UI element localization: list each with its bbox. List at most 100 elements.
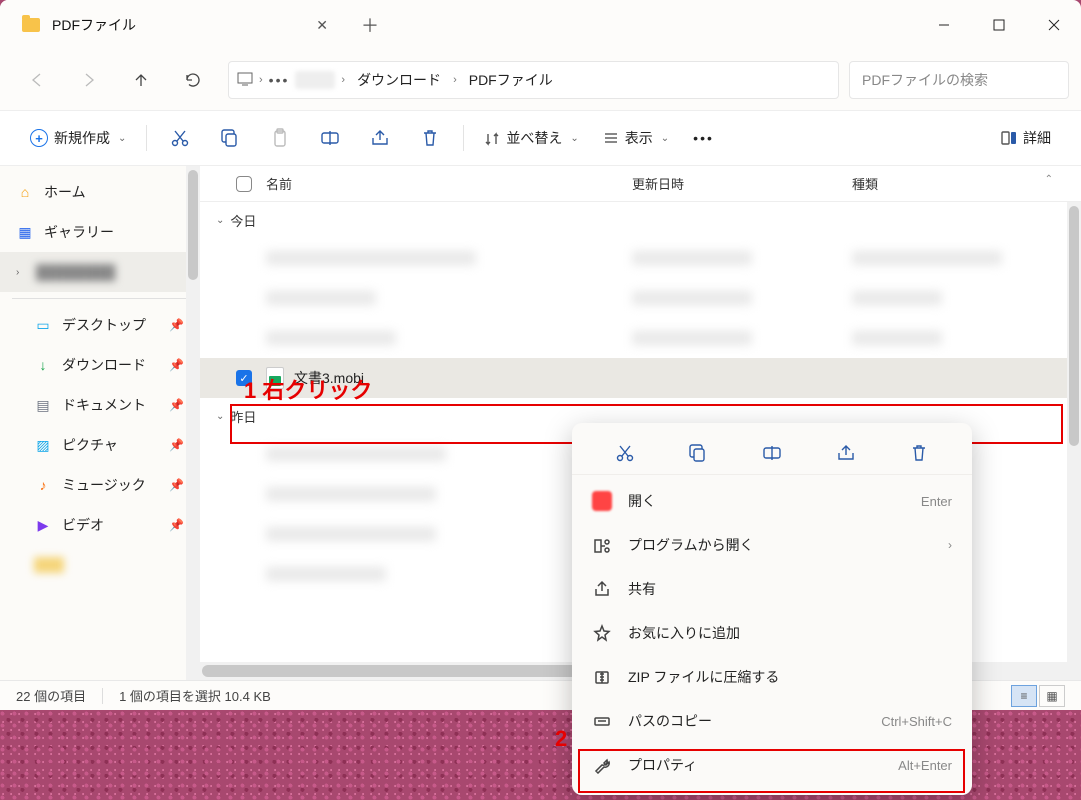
back-button[interactable]: [12, 60, 62, 100]
sidebar-item-music[interactable]: ♪ミュージック📌: [0, 465, 200, 505]
download-icon: ↓: [34, 356, 52, 374]
folder-icon: [22, 18, 40, 32]
sidebar-scrollbar[interactable]: [186, 166, 200, 680]
zip-icon: [592, 667, 612, 687]
chevron-down-icon: ⌄: [216, 215, 224, 226]
sidebar-item-blurred[interactable]: [0, 545, 200, 585]
more-button[interactable]: •••: [683, 120, 724, 156]
music-icon: ♪: [34, 476, 52, 494]
chevron-right-icon: ›: [341, 74, 345, 86]
list-view-button[interactable]: ≡: [1011, 685, 1037, 707]
minimize-button[interactable]: [916, 0, 971, 50]
sort-button[interactable]: 並べ替え ⌄: [474, 120, 588, 156]
titlebar: PDFファイル ✕ ＋: [0, 0, 1081, 50]
breadcrumb[interactable]: › ••• › ダウンロード › PDFファイル: [228, 61, 839, 99]
sidebar-item-document[interactable]: ▤ドキュメント📌: [0, 385, 200, 425]
menu-item-favorite[interactable]: お気に入りに追加: [572, 611, 972, 655]
tab[interactable]: PDFファイル ✕: [0, 0, 350, 50]
sidebar-item-blurred[interactable]: ›████████: [0, 252, 200, 292]
column-type[interactable]: 種類⌃: [852, 174, 1081, 193]
new-button[interactable]: + 新規作成 ⌄: [20, 120, 136, 156]
cut-icon[interactable]: [608, 436, 642, 470]
maximize-button[interactable]: [971, 0, 1026, 50]
picture-icon: ▨: [34, 436, 52, 454]
menu-item-open[interactable]: 開くEnter: [572, 479, 972, 523]
search-input[interactable]: PDFファイルの検索: [849, 61, 1069, 99]
selection-info: 1 個の項目を選択 10.4 KB: [119, 686, 271, 705]
list-item[interactable]: [200, 238, 1081, 278]
more-icon[interactable]: •••: [269, 72, 290, 88]
chevron-right-icon: ›: [259, 74, 263, 86]
breadcrumb-item-download[interactable]: ダウンロード: [351, 66, 447, 94]
menu-item-open-with[interactable]: プログラムから開く›: [572, 523, 972, 567]
wrench-icon: [592, 755, 612, 775]
chevron-right-icon: ›: [16, 267, 26, 278]
video-icon: ▶: [34, 516, 52, 534]
menu-item-properties[interactable]: プロパティAlt+Enter: [572, 743, 972, 787]
share-button[interactable]: [357, 120, 403, 156]
paste-button[interactable]: [257, 120, 303, 156]
list-item[interactable]: [200, 278, 1081, 318]
navbar: › ••• › ダウンロード › PDFファイル PDFファイルの検索: [0, 50, 1081, 110]
breadcrumb-item-current[interactable]: PDFファイル: [463, 66, 559, 94]
content-scrollbar[interactable]: [1067, 202, 1081, 680]
rename-button[interactable]: [307, 120, 353, 156]
rename-icon[interactable]: [755, 436, 789, 470]
chevron-down-icon: ⌄: [118, 133, 126, 144]
pin-icon: 📌: [169, 318, 184, 332]
tab-title: PDFファイル: [52, 15, 300, 35]
sidebar-item-video[interactable]: ▶ビデオ📌: [0, 505, 200, 545]
grid-view-button[interactable]: ▦: [1039, 685, 1065, 707]
home-icon: ⌂: [16, 183, 34, 201]
chevron-down-icon: ⌄: [661, 133, 669, 144]
close-tab-icon[interactable]: ✕: [312, 13, 332, 38]
menu-item-zip[interactable]: ZIP ファイルに圧縮する: [572, 655, 972, 699]
plus-icon: +: [30, 129, 48, 147]
cut-button[interactable]: [157, 120, 203, 156]
chevron-down-icon: ⌄: [570, 133, 578, 144]
open-with-icon: [592, 535, 612, 555]
copy-icon[interactable]: [681, 436, 715, 470]
select-all-checkbox[interactable]: [236, 176, 252, 192]
sidebar-item-home[interactable]: ⌂ホーム: [0, 172, 200, 212]
sidebar-item-picture[interactable]: ▨ピクチャ📌: [0, 425, 200, 465]
delete-button[interactable]: [407, 120, 453, 156]
sidebar-item-desktop[interactable]: ▭デスクトップ📌: [0, 305, 200, 345]
list-item[interactable]: [200, 318, 1081, 358]
sort-indicator-icon: ⌃: [1045, 174, 1053, 185]
chevron-down-icon: ⌄: [216, 411, 224, 422]
document-icon: ▤: [34, 396, 52, 414]
app-icon: [592, 491, 612, 511]
close-button[interactable]: [1026, 0, 1081, 50]
menu-item-share[interactable]: 共有: [572, 567, 972, 611]
column-headers: 名前 更新日時 種類⌃: [200, 166, 1081, 202]
pc-icon: [237, 72, 253, 89]
share-icon: [592, 579, 612, 599]
desktop-icon: ▭: [34, 316, 52, 334]
forward-button[interactable]: [64, 60, 114, 100]
sidebar-item-gallery[interactable]: ▦ギャラリー: [0, 212, 200, 252]
delete-icon[interactable]: [902, 436, 936, 470]
group-today[interactable]: ⌄今日: [200, 202, 1081, 238]
annotation-step1: 1 右クリック: [244, 373, 372, 405]
menu-item-copy-path[interactable]: パスのコピーCtrl+Shift+C: [572, 699, 972, 743]
refresh-button[interactable]: [168, 60, 218, 100]
pin-icon: 📌: [169, 518, 184, 532]
item-count: 22 個の項目: [16, 686, 86, 705]
chevron-right-icon: ›: [453, 74, 457, 86]
pin-icon: 📌: [169, 358, 184, 372]
copy-button[interactable]: [207, 120, 253, 156]
pin-icon: 📌: [169, 438, 184, 452]
pin-icon: 📌: [169, 478, 184, 492]
up-button[interactable]: [116, 60, 166, 100]
breadcrumb-item-blurred[interactable]: [295, 71, 335, 89]
view-button[interactable]: 表示 ⌄: [593, 120, 679, 156]
column-date[interactable]: 更新日時: [632, 174, 852, 193]
share-icon[interactable]: [829, 436, 863, 470]
annotation-step2: 2: [555, 726, 567, 752]
new-tab-button[interactable]: ＋: [350, 0, 390, 50]
details-button[interactable]: 詳細: [991, 120, 1061, 156]
column-name[interactable]: 名前: [266, 174, 632, 193]
chevron-right-icon: ›: [948, 538, 952, 552]
sidebar-item-download[interactable]: ↓ダウンロード📌: [0, 345, 200, 385]
